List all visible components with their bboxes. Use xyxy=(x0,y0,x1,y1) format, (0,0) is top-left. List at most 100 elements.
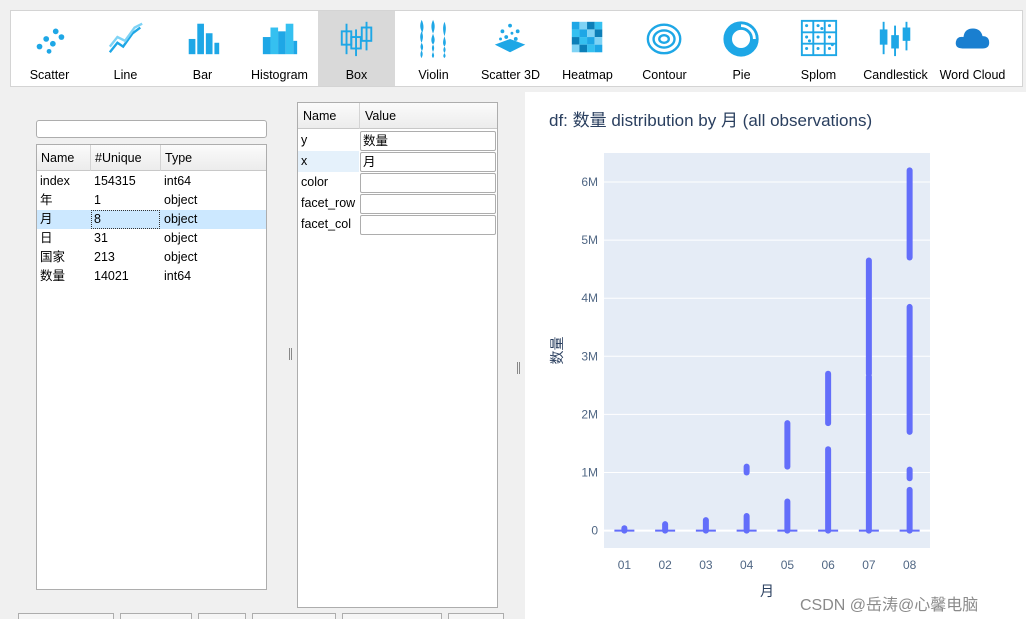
columns-table: Name #Unique Type index 154315 int64 年 1 … xyxy=(36,144,267,590)
toolbar-button-label: Word Cloud xyxy=(939,68,1006,82)
column-type-cell: object xyxy=(164,231,198,245)
x-tick-label: 08 xyxy=(903,558,917,572)
contour-icon xyxy=(646,23,681,55)
column-type-cell: int64 xyxy=(164,269,192,283)
argument-value-field[interactable] xyxy=(360,194,496,214)
histogram-icon xyxy=(262,23,297,55)
argument-value-field[interactable]: 数量 xyxy=(360,131,496,151)
box-icon xyxy=(340,21,372,57)
cloud-icon xyxy=(955,28,989,49)
column-row[interactable]: index 154315 int64 xyxy=(37,172,266,191)
column-row[interactable]: 数量 14021 int64 xyxy=(37,267,266,286)
column-name-cell: 国家 xyxy=(40,250,66,264)
column-header-name[interactable]: Name xyxy=(37,145,91,171)
argument-row-color: color xyxy=(298,172,497,193)
argument-name: x xyxy=(298,151,359,172)
arg-header-value[interactable]: Value xyxy=(360,103,497,129)
bottom-button-4[interactable] xyxy=(252,613,336,619)
argument-name: facet_row xyxy=(301,196,356,210)
toolbar-button-splom[interactable]: Splom xyxy=(780,11,857,86)
toolbar-button-label: Violin xyxy=(418,68,449,82)
column-name-cell: 数量 xyxy=(40,269,66,283)
plot-background xyxy=(604,153,930,548)
column-row[interactable]: 年 1 object xyxy=(37,191,266,210)
column-type-cell: int64 xyxy=(164,174,192,188)
column-unique-cell: 14021 xyxy=(94,269,129,283)
column-name-cell: 月 xyxy=(40,212,53,226)
y-tick-label: 5M xyxy=(581,233,598,247)
box-plot-chart[interactable]: 0 1M 2M 3M 4M 5M 6M 01 02 03 04 05 06 07 08 月 数量 xyxy=(525,92,1026,619)
heatmap-icon xyxy=(571,21,602,53)
column-header-type[interactable]: Type xyxy=(161,145,266,171)
toolbar-button-violin[interactable]: Violin xyxy=(395,11,472,86)
x-tick-label: 04 xyxy=(740,558,754,572)
x-tick-label: 03 xyxy=(699,558,713,572)
column-name-cell: 日 xyxy=(40,231,53,245)
toolbar-button-word-cloud[interactable]: Word Cloud xyxy=(934,11,1011,86)
argument-row-facet-col: facet_col xyxy=(298,214,497,235)
toolbar-button-scatter-3d[interactable]: Scatter 3D xyxy=(472,11,549,86)
bottom-button-3[interactable] xyxy=(198,613,246,619)
toolbar-button-label: Line xyxy=(113,68,138,82)
toolbar-button-heatmap[interactable]: Heatmap xyxy=(549,11,626,86)
column-type-cell: object xyxy=(164,250,198,264)
bar-icon xyxy=(188,23,219,55)
arg-header-name[interactable]: Name xyxy=(298,103,360,129)
toolbar-button-label: Pie xyxy=(732,68,751,82)
toolbar-button-label: Candlestick xyxy=(863,68,928,82)
toolbar-button-histogram[interactable]: Histogram xyxy=(241,11,318,86)
y-tick-label: 1M xyxy=(581,465,598,479)
toolbar-button-box[interactable]: Box xyxy=(318,11,395,86)
bottom-button-2[interactable] xyxy=(120,613,192,619)
toolbar-button-label: Scatter xyxy=(29,68,70,82)
argument-name: facet_col xyxy=(301,217,352,231)
left-splitter-handle[interactable] xyxy=(289,348,292,360)
arguments-table: Name Value y 数量 x 月 color facet_row facet_… xyxy=(297,102,498,608)
argument-row-x: x 月 xyxy=(298,151,497,172)
toolbar-button-label: Box xyxy=(345,68,368,82)
toolbar-button-pie[interactable]: Pie xyxy=(703,11,780,86)
argument-name: color xyxy=(301,175,329,189)
toolbar-button-bar[interactable]: Bar xyxy=(164,11,241,86)
scatter3d-icon xyxy=(494,23,525,53)
column-row[interactable]: 日 31 object xyxy=(37,229,266,248)
column-unique-cell: 8 xyxy=(91,210,160,229)
argument-value-field[interactable] xyxy=(360,173,496,193)
toolbar-button-contour[interactable]: Contour xyxy=(626,11,703,86)
y-axis-label: 数量 xyxy=(550,337,566,365)
column-name-cell: index xyxy=(40,174,70,188)
chart-type-toolbar: Scatter Line Bar Histogram Box Violin Sc… xyxy=(10,10,1023,87)
watermark-text: CSDN @岳涛@心馨电脑 xyxy=(800,597,979,614)
x-tick-label: 01 xyxy=(618,558,632,572)
bottom-button-5[interactable] xyxy=(342,613,442,619)
line-icon xyxy=(108,22,143,54)
column-filter-input[interactable] xyxy=(36,120,267,138)
toolbar-button-label: Splom xyxy=(800,68,837,82)
y-tick-label: 6M xyxy=(581,175,598,189)
right-splitter-handle[interactable] xyxy=(517,362,520,374)
argument-value-field[interactable]: 月 xyxy=(360,152,496,172)
argument-value-field[interactable] xyxy=(360,215,496,235)
toolbar-button-label: Scatter 3D xyxy=(480,68,541,82)
toolbar-button-label: Bar xyxy=(192,68,213,82)
toolbar-button-label: Histogram xyxy=(251,68,308,82)
bottom-button-1[interactable] xyxy=(18,613,114,619)
column-unique-cell: 213 xyxy=(94,250,115,264)
x-axis-label: 月 xyxy=(760,584,774,600)
column-type-cell: object xyxy=(164,212,198,226)
toolbar-button-candlestick[interactable]: Candlestick xyxy=(857,11,934,86)
toolbar-button-label: Contour xyxy=(642,68,687,82)
column-unique-cell: 154315 xyxy=(94,174,136,188)
column-row[interactable]: 国家 213 object xyxy=(37,248,266,267)
chart-panel: df: 数量 distribution by 月 (all observatio… xyxy=(525,92,1026,619)
toolbar-button-line[interactable]: Line xyxy=(87,11,164,86)
column-name-cell: 年 xyxy=(40,193,53,207)
bottom-button-6[interactable] xyxy=(448,613,504,619)
column-row[interactable]: 月 8 object xyxy=(37,210,266,229)
column-unique-cell: 1 xyxy=(94,193,101,207)
x-tick-label: 02 xyxy=(658,558,672,572)
column-header-unique[interactable]: #Unique xyxy=(91,145,161,171)
argument-row-y: y 数量 xyxy=(298,130,497,151)
toolbar-button-scatter[interactable]: Scatter xyxy=(11,11,88,86)
violin-icon xyxy=(419,19,446,58)
